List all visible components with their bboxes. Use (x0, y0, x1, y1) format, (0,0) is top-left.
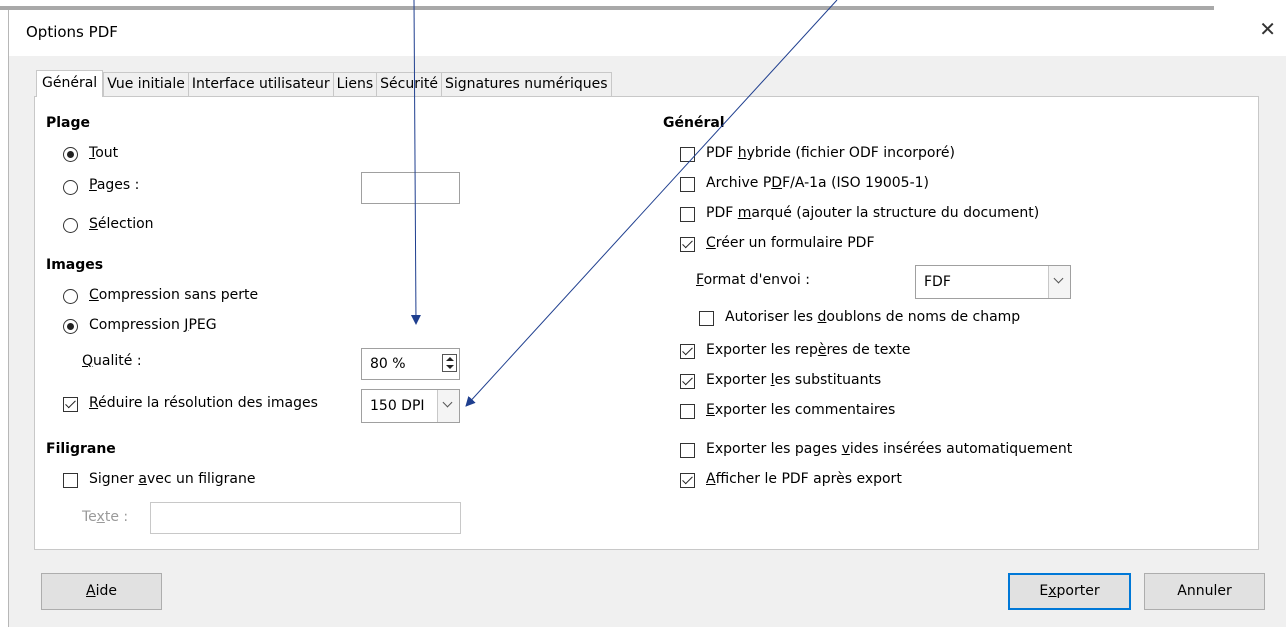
annotation-arrows (410, 0, 838, 407)
screen: Options PDF ✕ Général Vue initiale Inter… (0, 0, 1286, 627)
tab-general[interactable]: Général (36, 70, 104, 97)
annotation-arrow-quality (410, 0, 421, 325)
annotation-arrow-resolution (465, 0, 838, 407)
